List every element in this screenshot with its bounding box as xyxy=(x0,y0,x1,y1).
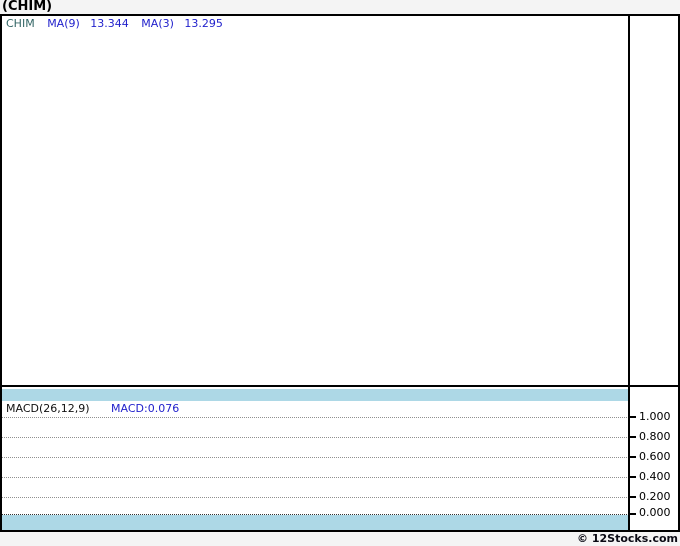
y-tick xyxy=(630,456,636,458)
y-tick xyxy=(630,476,636,478)
y-tick xyxy=(630,436,636,438)
separator-band-top xyxy=(2,389,629,401)
y-tick-label: 0.000 xyxy=(639,506,671,520)
symbol-label: CHIM xyxy=(6,17,35,30)
chart-frame: CHIM MA(9) 13.344 MA(3) 13.295 MACD(26,1… xyxy=(0,14,680,532)
y-axis-line xyxy=(628,16,630,530)
price-panel-legend: CHIM MA(9) 13.344 MA(3) 13.295 xyxy=(6,17,223,30)
y-tick-label: 0.400 xyxy=(639,470,671,484)
gridline-1.000 xyxy=(2,417,629,418)
copyright-text: © 12Stocks.com xyxy=(577,532,678,545)
y-tick-label: 0.600 xyxy=(639,450,671,464)
macd-panel-legend: MACD(26,12,9) MACD:0.076 xyxy=(6,402,179,415)
page-title: (CHIM) xyxy=(2,0,52,14)
y-tick xyxy=(630,496,636,498)
macd-label: MACD(26,12,9) xyxy=(6,402,90,415)
gridline-0.600 xyxy=(2,457,629,458)
y-tick-label: 1.000 xyxy=(639,410,671,424)
ma9-label: MA(9) xyxy=(47,17,80,30)
separator-band-bottom xyxy=(2,515,629,530)
y-tick-label: 0.800 xyxy=(639,430,671,444)
ma3-label: MA(3) xyxy=(141,17,174,30)
gridline-0.200 xyxy=(2,497,629,498)
y-tick xyxy=(630,416,636,418)
ma3-value: 13.295 xyxy=(184,17,223,30)
panel-divider-line xyxy=(2,385,678,387)
y-tick-label: 0.200 xyxy=(639,490,671,504)
gridline-0.400 xyxy=(2,477,629,478)
ma9-value: 13.344 xyxy=(90,17,129,30)
macd-value: MACD:0.076 xyxy=(111,402,179,415)
y-tick xyxy=(630,513,636,515)
gridline-0.800 xyxy=(2,437,629,438)
